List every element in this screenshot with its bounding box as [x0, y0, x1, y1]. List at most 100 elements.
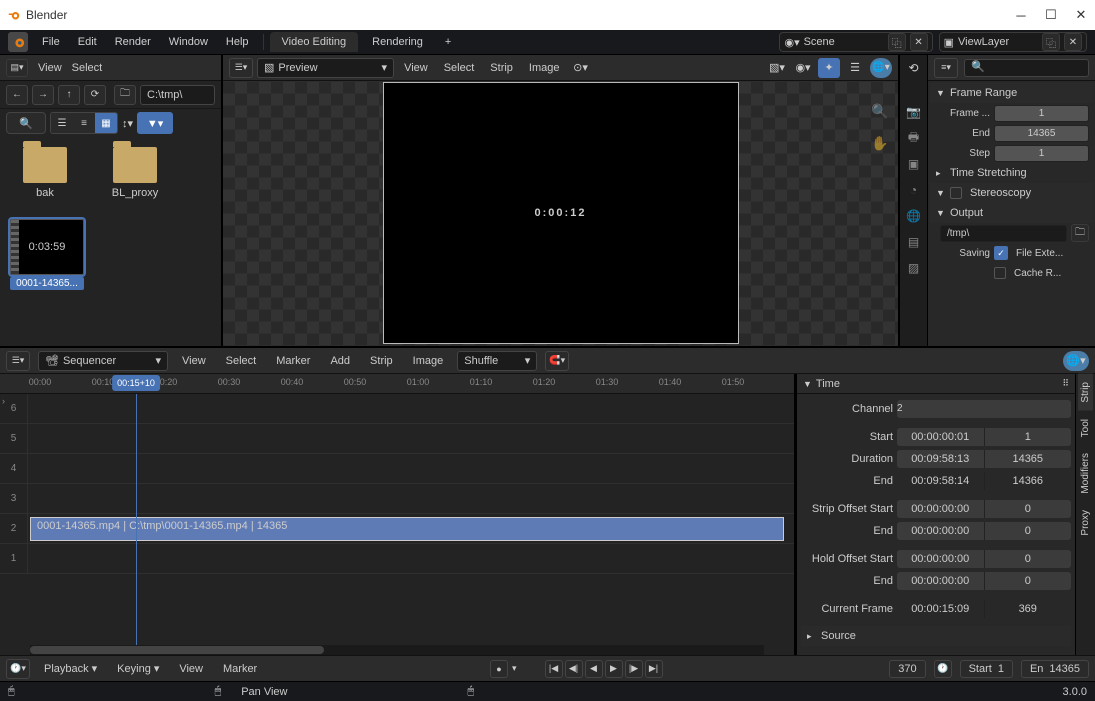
clock-icon[interactable]: 🕐: [934, 660, 952, 678]
menu-help[interactable]: Help: [218, 33, 257, 51]
strip-offset-end-input[interactable]: 00:00:00:000: [897, 522, 1071, 540]
scene-name-input[interactable]: [804, 36, 884, 48]
auto-keying-dropdown-icon[interactable]: ▾: [512, 663, 517, 674]
overlap-mode-select[interactable]: Shuffle▾: [457, 351, 537, 371]
play-button[interactable]: ▶: [605, 660, 623, 678]
editor-type-preview-icon[interactable]: ☰▾: [229, 58, 253, 78]
prop-tab-output-icon[interactable]: 📷: [905, 103, 923, 121]
start-frame-input[interactable]: Start1: [960, 660, 1013, 678]
new-scene-button[interactable]: ⿻: [888, 33, 906, 51]
current-frame-input[interactable]: 370: [889, 660, 925, 678]
jump-end-button[interactable]: ▶|: [645, 660, 663, 678]
pan-tool-icon[interactable]: ✋: [870, 133, 890, 153]
gizmo-toggle-button[interactable]: ✦: [818, 58, 840, 78]
new-viewlayer-button[interactable]: ⿻: [1042, 33, 1060, 51]
filter-button[interactable]: ▼▾: [137, 112, 173, 134]
overlay-button[interactable]: ◉▾: [792, 58, 814, 78]
section-output[interactable]: ▼Output: [930, 203, 1093, 223]
fb-menu-view[interactable]: View: [38, 62, 62, 74]
seq-shading-button[interactable]: 🌐▾: [1063, 351, 1089, 371]
section-frame-range[interactable]: ▼Frame Range: [930, 83, 1093, 103]
close-button[interactable]: ✕: [1075, 9, 1087, 21]
editor-type-properties-icon[interactable]: ≡▾: [934, 58, 958, 78]
zoom-tool-icon[interactable]: 🔍: [870, 101, 890, 121]
pv-menu-strip[interactable]: Strip: [484, 59, 519, 77]
snap-button[interactable]: 🧲▾: [545, 351, 569, 371]
prop-tab-printer-icon[interactable]: 🖶: [905, 129, 923, 147]
section-time-stretching[interactable]: ▸Time Stretching: [930, 163, 1093, 183]
seq-menu-add[interactable]: Add: [324, 352, 356, 370]
jump-start-button[interactable]: |◀: [545, 660, 563, 678]
shading-button[interactable]: 🌐▾: [870, 58, 892, 78]
maximize-button[interactable]: ☐: [1045, 9, 1057, 21]
fb-menu-select[interactable]: Select: [72, 62, 103, 74]
blender-icon[interactable]: [8, 32, 28, 52]
prev-keyframe-button[interactable]: ◀|: [565, 660, 583, 678]
vtab-modifiers[interactable]: Modifiers: [1078, 445, 1093, 502]
scene-selector[interactable]: ◉▾ ⿻ ✕: [779, 32, 932, 52]
display-horizontal-list-icon[interactable]: ≡: [73, 113, 95, 133]
workspace-tab-video-editing[interactable]: Video Editing: [270, 32, 359, 52]
strip-offset-start-input[interactable]: 00:00:00:000: [897, 500, 1071, 518]
playback-menu[interactable]: Playback▾: [38, 659, 103, 678]
time-section-title[interactable]: Time: [816, 378, 840, 390]
timeline[interactable]: › 00:00 00:10 00:20 00:30 00:40 00:50 01…: [0, 374, 795, 655]
menu-edit[interactable]: Edit: [70, 33, 105, 51]
prop-tab-render-icon[interactable]: ⟲: [905, 59, 923, 77]
auto-keying-button[interactable]: ●: [490, 660, 508, 678]
add-workspace-button[interactable]: +: [437, 33, 459, 51]
minimize-button[interactable]: ─: [1015, 9, 1027, 21]
seq-menu-strip[interactable]: Strip: [364, 352, 399, 370]
prop-tab-world-icon[interactable]: 🌐: [905, 207, 923, 225]
viewlayer-selector[interactable]: ▣ ⿻ ✕: [939, 32, 1087, 52]
frame-start-input[interactable]: 1: [994, 105, 1089, 122]
prop-tab-collection-icon[interactable]: ▤: [905, 233, 923, 251]
seq-menu-select[interactable]: Select: [220, 352, 263, 370]
output-path-input[interactable]: /tmp\: [940, 225, 1067, 242]
delete-scene-button[interactable]: ✕: [910, 33, 928, 51]
playhead-label[interactable]: 00:15+10: [112, 375, 160, 391]
fb-search-button[interactable]: 🔍: [6, 112, 46, 134]
viewlayer-name-input[interactable]: [958, 36, 1038, 48]
menu-window[interactable]: Window: [161, 33, 216, 51]
cache-checkbox[interactable]: [994, 267, 1006, 279]
folder-item-bak[interactable]: bak: [10, 147, 80, 199]
seq-menu-marker[interactable]: Marker: [270, 352, 316, 370]
preview-viewport[interactable]: 0:00:12: [383, 82, 739, 344]
display-thumbnails-icon[interactable]: ▦: [95, 113, 117, 133]
editor-type-timeline-icon[interactable]: 🕐▾: [6, 659, 30, 679]
panel-options-icon[interactable]: ⠿: [1062, 378, 1069, 389]
timeline-ruler[interactable]: 00:00 00:10 00:20 00:30 00:40 00:50 01:0…: [0, 374, 794, 394]
sort-button[interactable]: ↕▾: [122, 117, 133, 130]
timeline-scrollbar[interactable]: [30, 645, 764, 655]
pv-menu-view[interactable]: View: [398, 59, 434, 77]
pv-menu-image[interactable]: Image: [523, 59, 566, 77]
menu-file[interactable]: File: [34, 33, 68, 51]
stereoscopy-checkbox[interactable]: [950, 187, 962, 199]
section-stereoscopy[interactable]: ▼Stereoscopy: [930, 183, 1093, 203]
seq-menu-view[interactable]: View: [176, 352, 212, 370]
file-item-video[interactable]: 0:03:59 0001-14365...: [10, 219, 84, 290]
pivot-button[interactable]: ⊙▾: [570, 58, 592, 78]
tool-settings-button[interactable]: ☰: [844, 58, 866, 78]
output-browse-button[interactable]: 🗀: [1071, 224, 1089, 242]
playhead-line[interactable]: [136, 394, 137, 645]
keying-menu[interactable]: Keying▾: [111, 659, 165, 678]
duration-input[interactable]: 00:09:58:1314365: [897, 450, 1071, 468]
hold-offset-start-input[interactable]: 00:00:00:000: [897, 550, 1071, 568]
playbar-view[interactable]: View: [173, 660, 209, 678]
workspace-tab-rendering[interactable]: Rendering: [360, 32, 435, 52]
path-input[interactable]: C:\tmp\: [140, 85, 215, 105]
vtab-tool[interactable]: Tool: [1078, 411, 1093, 445]
channel-input[interactable]: 2: [897, 400, 1071, 418]
playbar-marker[interactable]: Marker: [217, 660, 263, 678]
preview-mode-select[interactable]: ▧Preview▾: [257, 58, 394, 78]
pv-menu-select[interactable]: Select: [438, 59, 481, 77]
editor-type-sequencer-icon[interactable]: ☰▾: [6, 351, 30, 371]
folder-item-blproxy[interactable]: BL_proxy: [100, 147, 170, 199]
props-search-input[interactable]: 🔍: [964, 59, 1089, 77]
prop-tab-viewlayer-icon[interactable]: ▣: [905, 155, 923, 173]
sequencer-mode-select[interactable]: 📽Sequencer▾: [38, 351, 168, 371]
menu-render[interactable]: Render: [107, 33, 159, 51]
prop-tab-texture-icon[interactable]: ▨: [905, 259, 923, 277]
